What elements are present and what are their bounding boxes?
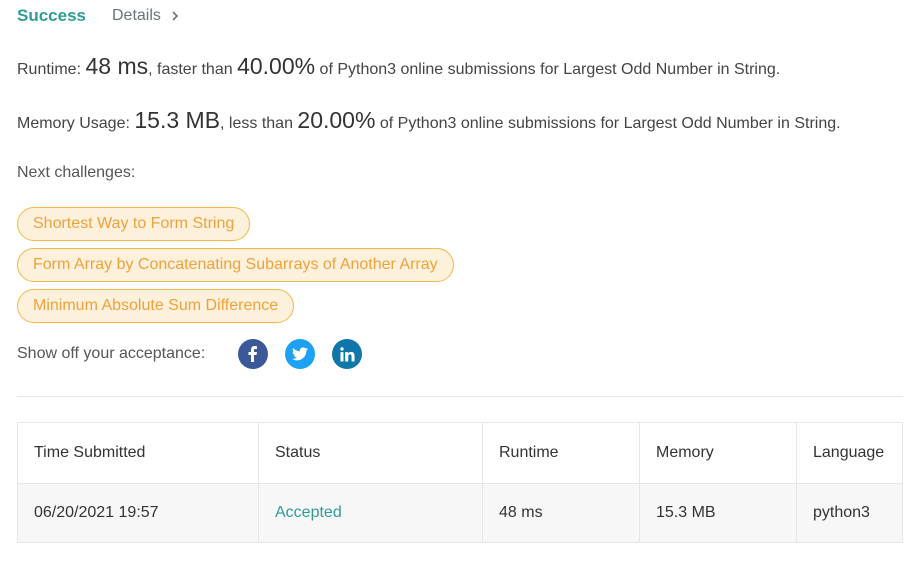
col-header-status: Status — [258, 422, 483, 484]
cell-language: python3 — [796, 483, 903, 543]
col-header-language: Language — [796, 422, 903, 484]
col-header-time: Time Submitted — [17, 422, 259, 484]
challenge-pill[interactable]: Shortest Way to Form String — [17, 207, 251, 241]
runtime-mid-text: , faster than — [148, 61, 233, 78]
status-title: Success — [17, 6, 86, 25]
twitter-glyph — [292, 347, 309, 361]
result-header: Success Details — [17, 4, 180, 28]
memory-mid-text: , less than — [220, 115, 293, 132]
submission-result-page: Success Details Runtime: 48 ms, faster t… — [0, 0, 909, 567]
memory-value: 15.3 MB — [134, 107, 221, 133]
memory-label: Memory Usage: — [17, 115, 130, 132]
details-link[interactable]: Details — [112, 7, 180, 25]
chevron-right-icon — [172, 11, 179, 21]
memory-suffix: of Python3 online submissions for Larges… — [379, 115, 841, 132]
challenge-pill[interactable]: Form Array by Concatenating Subarrays of… — [17, 248, 454, 282]
cell-runtime: 48 ms — [482, 483, 640, 543]
cell-memory: 15.3 MB — [639, 483, 797, 543]
next-challenges-list: Shortest Way to Form String Form Array b… — [17, 207, 454, 330]
facebook-glyph — [248, 346, 258, 362]
next-challenges-label: Next challenges: — [17, 164, 136, 181]
cell-status-link[interactable]: Accepted — [258, 483, 483, 543]
submissions-table: Time Submitted Status Runtime Memory Lan… — [17, 422, 903, 543]
runtime-stat: Runtime: 48 ms, faster than 40.00% of Py… — [17, 53, 780, 80]
table-row: 06/20/2021 19:57 Accepted 48 ms 15.3 MB … — [17, 483, 903, 543]
runtime-percent: 40.00% — [237, 53, 316, 79]
runtime-value: 48 ms — [85, 53, 149, 79]
share-section: Show off your acceptance: — [17, 339, 363, 369]
section-divider — [17, 396, 903, 397]
col-header-memory: Memory — [639, 422, 797, 484]
runtime-label: Runtime: — [17, 61, 82, 78]
col-header-runtime: Runtime — [482, 422, 640, 484]
memory-percent: 20.00% — [297, 107, 376, 133]
twitter-icon[interactable] — [285, 339, 316, 369]
cell-time: 06/20/2021 19:57 — [17, 483, 259, 543]
share-label: Show off your acceptance: — [17, 345, 206, 362]
challenge-pill[interactable]: Minimum Absolute Sum Difference — [17, 289, 295, 323]
memory-stat: Memory Usage: 15.3 MB, less than 20.00% … — [17, 107, 841, 134]
details-label: Details — [112, 7, 161, 24]
linkedin-icon[interactable] — [332, 339, 363, 369]
runtime-suffix: of Python3 online submissions for Larges… — [319, 61, 781, 78]
facebook-icon[interactable] — [238, 339, 269, 369]
table-header-row: Time Submitted Status Runtime Memory Lan… — [17, 422, 903, 484]
linkedin-glyph — [340, 346, 355, 362]
